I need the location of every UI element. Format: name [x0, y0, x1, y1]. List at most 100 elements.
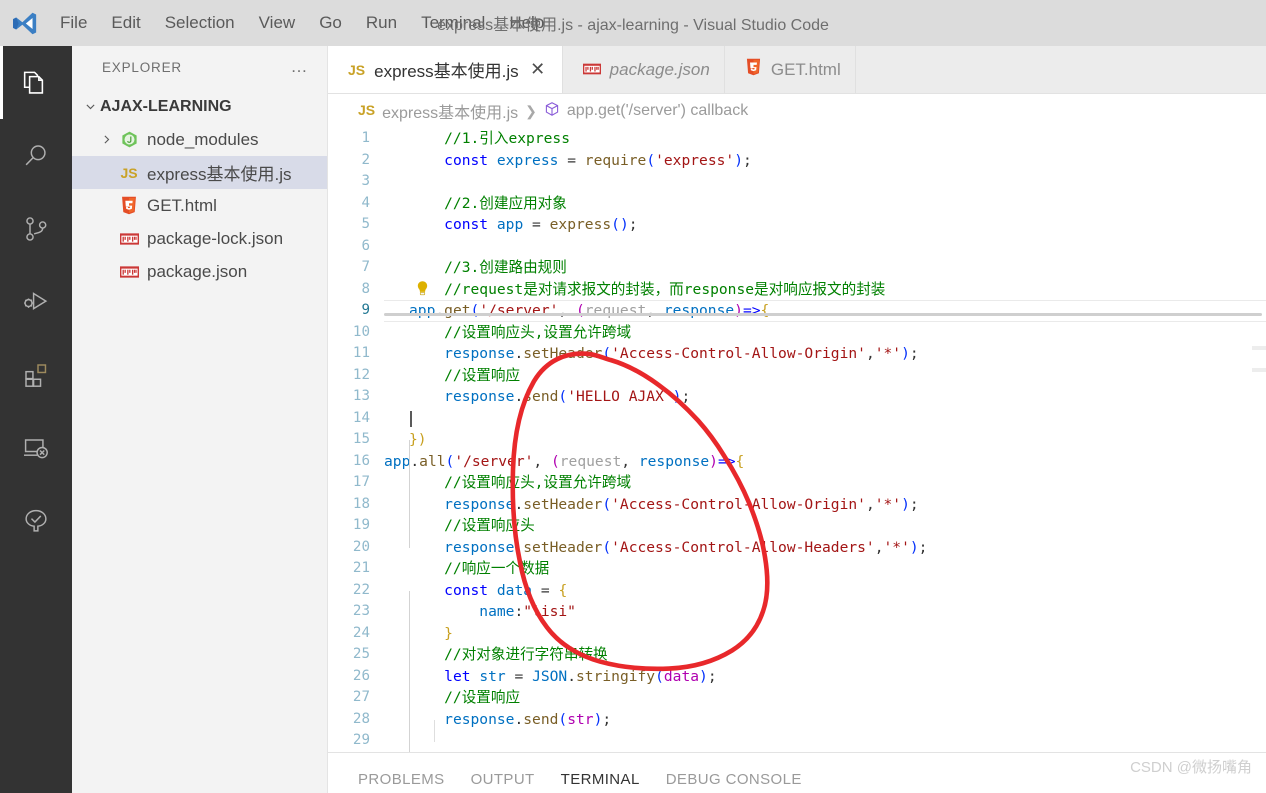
- line-number: 27: [352, 689, 370, 705]
- code-line: 17 //设置响应头,设置允许跨域: [328, 472, 1266, 494]
- line-number: 2: [361, 151, 370, 168]
- quick-fix-lightbulb-icon[interactable]: [414, 280, 430, 296]
- line-number: 15: [352, 431, 370, 447]
- activity-item-test-explorer[interactable]: [0, 484, 72, 557]
- line-number: 9: [361, 302, 370, 318]
- code-editor[interactable]: 1 //1.引入express 2 const express = requir…: [328, 128, 1266, 752]
- panel-tab-terminal[interactable]: TERMINAL: [561, 771, 640, 788]
- line-content: [384, 408, 1266, 430]
- sidebar-more-actions-icon[interactable]: …: [291, 57, 310, 77]
- line-number: 8: [361, 280, 370, 297]
- line-number: 16: [352, 452, 370, 469]
- panel-tab-debug-console[interactable]: DEBUG CONSOLE: [666, 771, 802, 788]
- code-line-current: 9 app.get('/server', (request, response)…: [328, 300, 1266, 322]
- breadcrumb-symbol[interactable]: app.get('/server') callback: [544, 101, 748, 122]
- tree-item-node-modules[interactable]: node_modules: [72, 123, 327, 156]
- tree-item-label: package-lock.json: [147, 228, 284, 248]
- line-content: //3.创建路由规则: [409, 259, 567, 276]
- vscode-logo-icon: [0, 0, 48, 46]
- editor-group: JS express基本使用.js ✕ package.json GET.htm…: [328, 46, 1266, 793]
- line-content: const express = require('express');: [444, 151, 752, 169]
- line-number: 10: [352, 323, 370, 340]
- chevron-right-icon[interactable]: [96, 133, 116, 146]
- menu-bar[interactable]: File Edit Selection View Go Run Terminal…: [48, 9, 556, 37]
- line-number: 29: [352, 732, 370, 748]
- tree-root-ajax-learning[interactable]: AJAX-LEARNING: [72, 90, 327, 123]
- tree-item-express-js[interactable]: JS express基本使用.js: [72, 156, 327, 189]
- line-number: 11: [352, 345, 370, 361]
- activity-bar: [0, 46, 72, 793]
- tab-package-json[interactable]: package.json: [562, 46, 725, 93]
- line-content: response.send(str);: [444, 710, 612, 728]
- tab-get-html[interactable]: GET.html: [724, 46, 856, 93]
- menu-selection[interactable]: Selection: [153, 9, 247, 37]
- code-line: 10 //设置响应头,设置允许跨域: [328, 322, 1266, 344]
- code-line: 27 //设置响应: [328, 687, 1266, 709]
- csdn-watermark: CSDN @微扬嘴角: [1130, 759, 1252, 776]
- code-line: 3: [328, 171, 1266, 193]
- js-file-icon: JS: [358, 102, 376, 118]
- npm-file-icon: [116, 232, 142, 245]
- code-line: 25 //对对象进行字符串转换: [328, 644, 1266, 666]
- extensions-icon: [20, 359, 52, 391]
- code-line: 18 response.setHeader('Access-Control-Al…: [328, 494, 1266, 516]
- close-icon[interactable]: ✕: [528, 59, 548, 80]
- line-content: //设置响应头,设置允许跨域: [409, 474, 632, 491]
- activity-item-source-control[interactable]: [0, 192, 72, 265]
- symbol-cube-icon: [544, 101, 560, 122]
- menu-go[interactable]: Go: [307, 9, 354, 37]
- activity-item-remote-explorer[interactable]: [0, 411, 72, 484]
- file-tree: AJAX-LEARNING node_modules JS express基本使…: [72, 88, 327, 288]
- panel-tabs: PROBLEMS OUTPUT TERMINAL DEBUG CONSOLE: [358, 771, 802, 793]
- code-line: 15 }): [328, 429, 1266, 451]
- panel-tab-output[interactable]: OUTPUT: [471, 771, 535, 788]
- menu-terminal[interactable]: Terminal: [409, 9, 497, 37]
- editor-horizontal-scrollbar[interactable]: [384, 313, 1262, 316]
- activity-item-search[interactable]: [0, 119, 72, 192]
- line-number: 26: [352, 667, 370, 684]
- search-icon: [20, 140, 52, 172]
- breadcrumb: JS express基本使用.js ❯ app.get('/server') c…: [328, 94, 1266, 128]
- activity-item-explorer[interactable]: [0, 46, 72, 119]
- beaker-check-icon: [20, 505, 52, 537]
- line-content: //对对象进行字符串转换: [409, 646, 608, 663]
- code-line: 8 //request是对请求报文的封装，而response是对响应报文的封装: [328, 279, 1266, 301]
- sidebar-header: EXPLORER …: [72, 46, 327, 88]
- line-number: 19: [352, 517, 370, 533]
- menu-edit[interactable]: Edit: [99, 9, 152, 37]
- line-number: 6: [361, 237, 370, 254]
- panel-tab-problems[interactable]: PROBLEMS: [358, 771, 445, 788]
- menu-help[interactable]: Help: [497, 9, 556, 37]
- menu-file[interactable]: File: [48, 9, 99, 37]
- code-line: 28 response.send(str);: [328, 709, 1266, 731]
- line-content: //设置响应头,设置允许跨域: [409, 323, 632, 341]
- code-line: 16 app.all('/server', (request, response…: [328, 451, 1266, 473]
- line-number: 17: [352, 474, 370, 490]
- files-icon: [19, 66, 53, 100]
- tab-label: package.json: [609, 59, 710, 79]
- line-content: //request是对请求报文的封装，而response是对响应报文的封装: [409, 280, 886, 298]
- line-content: [384, 730, 1266, 752]
- tab-label: express基本使用.js: [374, 62, 519, 81]
- npm-file-icon: [116, 265, 142, 278]
- line-number: 24: [352, 624, 370, 641]
- tree-item-get-html[interactable]: GET.html: [72, 189, 327, 222]
- breadcrumb-file[interactable]: JS express基本使用.js: [358, 99, 518, 123]
- activity-item-run-and-debug[interactable]: [0, 265, 72, 338]
- code-lines: 1 //1.引入express 2 const express = requir…: [328, 128, 1266, 752]
- title-bar: File Edit Selection View Go Run Terminal…: [0, 0, 1266, 46]
- tree-item-package-lock-json[interactable]: package-lock.json: [72, 222, 327, 255]
- tree-root-label: AJAX-LEARNING: [100, 97, 232, 115]
- tab-express-js[interactable]: JS express基本使用.js ✕: [328, 46, 563, 93]
- line-content: response.setHeader('Access-Control-Allow…: [444, 538, 928, 556]
- line-number: 18: [352, 495, 370, 512]
- tree-item-package-json[interactable]: package.json: [72, 255, 327, 288]
- line-content: //1.引入express: [409, 130, 570, 147]
- menu-view[interactable]: View: [247, 9, 308, 37]
- html-file-icon: [116, 196, 142, 215]
- line-content: response.send('HELLO AJAX');: [444, 388, 691, 405]
- line-number: 1: [361, 130, 370, 146]
- menu-run[interactable]: Run: [354, 9, 409, 37]
- sidebar-title: EXPLORER: [102, 59, 182, 75]
- activity-item-extensions[interactable]: [0, 338, 72, 411]
